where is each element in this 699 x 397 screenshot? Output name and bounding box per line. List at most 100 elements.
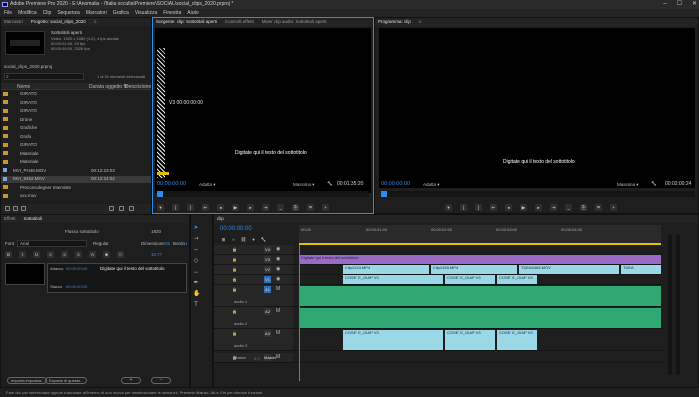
export-frame-icon[interactable]: ⌗ [307,204,314,211]
new-item-icon[interactable] [119,206,124,211]
caption-row[interactable]: Attacco 00:00:00:00 Stacco 00:00:00:00 D… [47,263,187,293]
bold-icon[interactable]: B [5,251,12,258]
list-item[interactable]: Materiale [1,151,151,158]
col-name[interactable]: Nome [17,84,30,90]
track-target-button[interactable]: A3 [264,330,271,337]
lock-icon[interactable]: 🔒 [232,277,237,282]
step-back-icon[interactable]: ◂ [505,204,512,211]
tab-effect-controls[interactable]: Controlli effetti [225,18,254,26]
list-item[interactable]: Drone [1,117,151,124]
list-item[interactable]: GIRATO [1,91,151,98]
razor-tool-icon[interactable]: ◇ [193,258,199,264]
lock-icon[interactable]: 🔒 [232,247,237,252]
add-caption-button[interactable]: + [121,377,141,384]
list-item[interactable]: Materiale [1,159,151,166]
list-view-icon[interactable] [13,206,18,211]
program-quality-dropdown[interactable]: Massima ▾ [617,182,639,188]
master-volume-value[interactable]: 0,0 [254,356,260,361]
video-clip[interactable]: Clip1345.MP4 [431,265,517,274]
snap-icon[interactable]: ∩ [230,236,237,243]
tab-marcatori[interactable]: Marcatori [4,18,23,26]
mute-icon[interactable]: M [276,354,280,360]
menu-aiuto[interactable]: Aiuto [187,9,198,17]
lock-icon[interactable] [5,206,10,211]
eye-icon[interactable]: ◉ [276,276,280,282]
list-item[interactable]: GIRATO [1,100,151,107]
tab-effects[interactable]: Effetti [4,215,15,223]
col-description[interactable]: Descrizione [125,84,151,90]
minimize-icon[interactable]: – [663,0,666,9]
tab-source[interactable]: Sorgente: clip: Sottotitoli aperti [156,18,217,26]
text-color-icon[interactable]: A [89,251,96,258]
tab-project[interactable]: Progetto: social_clips_2020 [31,18,86,26]
quality-dropdown[interactable]: Massima ▾ [293,182,315,188]
eye-icon[interactable]: ◉ [276,246,280,252]
playhead[interactable] [381,191,387,197]
out-point-icon[interactable]: } [187,204,194,211]
fit-value[interactable]: Adatta [423,182,436,187]
out-value[interactable]: 00:00:00:00 [66,284,87,289]
subtitle-clip[interactable]: Digitate qui il testo del sottotitolo [299,255,661,264]
menu-modifica[interactable]: Modifica [18,9,37,17]
italic-icon[interactable]: I [19,251,26,258]
source-video[interactable]: V3 00:00:00:00 Digitate qui il testo del… [155,28,371,193]
program-fit-dropdown[interactable]: Adatta ▾ [423,182,440,188]
search-input[interactable]: ⌕ [4,73,84,80]
menu-finestra[interactable]: Finestra [163,9,181,17]
audio-clip[interactable] [299,308,661,328]
lock-icon[interactable]: 🔒 [232,309,237,314]
track-target-button[interactable]: Master [264,354,276,361]
export-settings-button[interactable]: Esporta di questo... [45,377,88,384]
edge-color-icon[interactable]: □ [117,251,124,258]
lock-icon[interactable]: 🔒 [232,267,237,272]
program-scrubber[interactable] [381,191,695,197]
quality-value[interactable]: Massima [617,182,635,187]
menu-marcatori[interactable]: Marcatori [86,9,107,17]
track-target-button[interactable]: A2 [264,308,271,315]
track-target-button[interactable]: V4 [264,246,271,253]
video-clip[interactable]: COSE' E_GIAP V3 [343,275,443,284]
marker-icon[interactable]: ▾ [157,204,164,211]
import-settings-button[interactable]: Importa impostaz. [7,377,47,384]
linked-selection-icon[interactable]: ⛓ [240,236,247,243]
menu-visualizza[interactable]: Visualizza [135,9,157,17]
nest-icon[interactable]: ⊞ [220,236,227,243]
type-tool-icon[interactable]: T [193,302,199,308]
add-button-icon[interactable]: + [322,204,329,211]
add-button-icon[interactable]: + [610,204,617,211]
playhead-line[interactable] [299,245,300,381]
hand-tool-icon[interactable]: ✋ [193,291,200,297]
out-point-icon[interactable]: } [475,204,482,211]
playhead[interactable] [157,191,163,197]
pen-tool-icon[interactable]: ✒ [193,280,199,286]
subtitle-text[interactable]: Digitate qui il testo del sottotitolo [235,150,307,156]
list-item[interactable]: MVI_9452.MOV 00:12:24:02 [1,176,151,183]
video-clip[interactable]: COSE' E_GIAP V3 [445,275,495,284]
tab-sequence[interactable]: clip [217,215,224,223]
step-forward-icon[interactable]: ▸ [247,204,254,211]
align-center-icon[interactable]: ≡ [61,251,68,258]
list-item[interactable]: Preconsolegner Interviste [1,185,151,192]
stream-value[interactable]: 1920 [151,229,161,234]
list-item[interactable]: Grafiche [1,125,151,132]
lock-icon[interactable]: 🔒 [232,331,237,336]
track-target-button[interactable]: A1 [264,286,271,293]
go-to-in-icon[interactable]: ⇤ [202,204,209,211]
video-clip[interactable]: COSE' E_GIAP V3 [497,275,537,284]
timeline-timecode[interactable]: 00:00:00:00 [220,226,252,232]
track-select-tool-icon[interactable]: ⇢ [193,236,199,242]
menu-clip[interactable]: Clip [43,9,52,17]
menu-sequenza[interactable]: Sequenza [57,9,80,17]
mute-icon[interactable]: M [276,286,280,292]
export-frame-icon[interactable]: ⌗ [595,204,602,211]
close-icon[interactable]: ✕ [692,0,697,9]
time-ruler[interactable]: 00:00 00:00:01:00 00:00:02:00 00:00:03:00 00… [299,225,661,245]
panel-menu-icon[interactable]: ≡ [419,18,422,26]
timecode-value[interactable]: 00:00:00:00 [381,181,410,187]
video-clip[interactable]: TDEA0466.MOV [519,265,619,274]
source-timecode[interactable]: 00:00:00:00 [157,181,186,187]
icon-view-icon[interactable] [21,206,26,211]
program-timecode[interactable]: 00:00:00:00 [381,181,410,187]
fit-dropdown[interactable]: Adatta ▾ [199,182,216,188]
list-item[interactable]: MVI_PH48.MOV 00:12:23:03 [1,168,151,175]
